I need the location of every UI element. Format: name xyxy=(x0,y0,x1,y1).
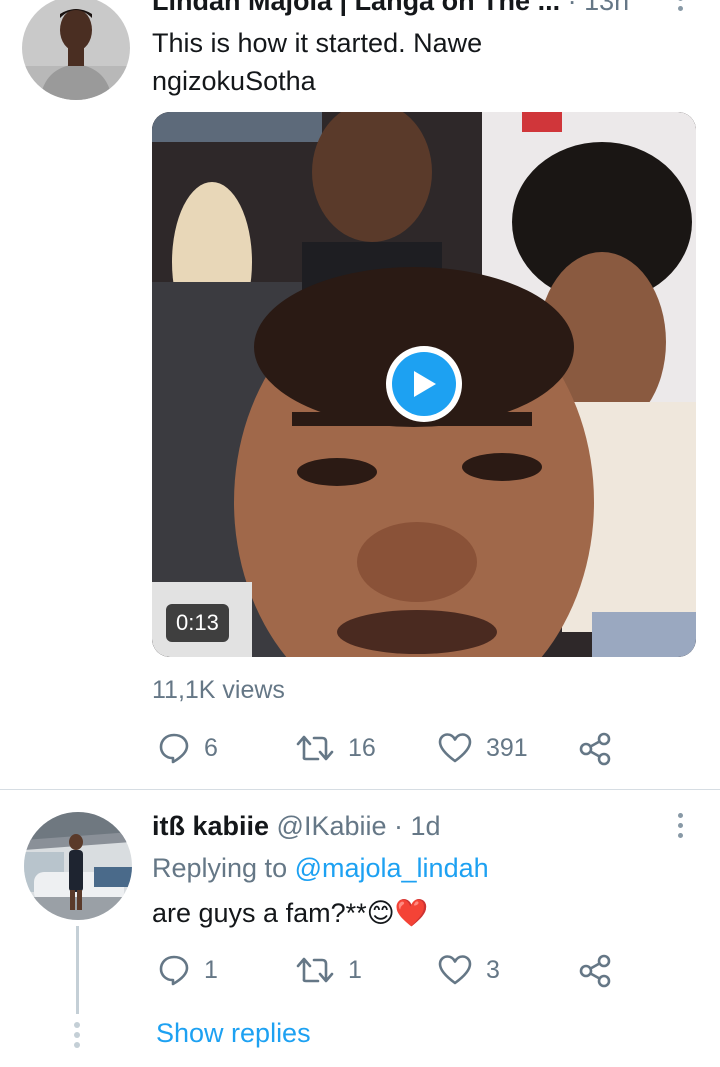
share-icon xyxy=(579,732,611,766)
reply-text: are guys a fam?**😊❤️ xyxy=(152,894,428,933)
play-button[interactable] xyxy=(386,346,462,422)
retweet-icon xyxy=(296,957,334,983)
video-duration-badge: 0:13 xyxy=(166,604,229,642)
header-separator: · xyxy=(560,0,585,16)
reply-emojis: 😊❤️ xyxy=(366,898,429,929)
retweet-icon xyxy=(296,735,334,761)
view-count: 11,1K views xyxy=(152,676,285,704)
thread-connector-dots xyxy=(74,1022,80,1048)
reply-text-body: are guys a fam?** xyxy=(152,898,367,928)
reply-retweet-count: 1 xyxy=(348,955,362,984)
like-icon xyxy=(438,733,472,763)
reply-header-separator: · xyxy=(386,811,411,841)
tweet-text-line-1: This is how it started. Nawe xyxy=(152,28,483,58)
reply-more-icon[interactable] xyxy=(675,813,685,838)
author-avatar[interactable] xyxy=(22,0,130,100)
tweet-timestamp[interactable]: 13h xyxy=(584,0,629,16)
share-icon xyxy=(579,954,611,988)
reply-header: itß kabiie @IKabiie · 1d xyxy=(152,808,441,844)
retweet-count: 16 xyxy=(348,733,376,762)
reply-timestamp[interactable]: 1d xyxy=(411,811,441,841)
reply-author-avatar[interactable] xyxy=(24,812,132,920)
play-icon xyxy=(414,371,436,397)
tweet-header: Lindan Majola | Langa on The ... · 13h xyxy=(152,0,692,18)
reply-share-button[interactable] xyxy=(578,954,612,988)
reply-reply-button[interactable]: 1 xyxy=(158,954,218,986)
retweet-button[interactable]: 16 xyxy=(296,732,376,764)
reply-author-name[interactable]: itß kabiie xyxy=(152,811,269,841)
reply-count: 6 xyxy=(204,733,218,762)
reply-button[interactable]: 6 xyxy=(158,732,218,764)
like-button[interactable]: 391 xyxy=(438,732,528,764)
reply-author-handle[interactable]: @IKabiie xyxy=(269,811,387,841)
reply-like-button[interactable]: 3 xyxy=(438,954,500,986)
show-replies-link[interactable]: Show replies xyxy=(156,1014,311,1052)
reply-retweet-button[interactable]: 1 xyxy=(296,954,362,986)
author-avatar-image xyxy=(22,0,130,100)
reply-like-count: 3 xyxy=(486,955,500,984)
tweet-divider xyxy=(0,789,720,790)
reply-icon xyxy=(159,733,189,764)
replying-to-line: Replying to @majola_lindah xyxy=(152,850,489,886)
reply-avatar-image xyxy=(24,812,132,920)
tweet-text: This is how it started. Nawe ngizokuSoth… xyxy=(152,24,482,100)
thread-connector-line xyxy=(76,926,79,1014)
reply-icon xyxy=(159,955,189,986)
like-count: 391 xyxy=(486,733,528,762)
author-name[interactable]: Lindan Majola | Langa on The ... xyxy=(152,0,560,16)
tweet-more-icon[interactable] xyxy=(675,0,685,11)
like-icon xyxy=(438,955,472,985)
replying-to-handle[interactable]: @majola_lindah xyxy=(295,853,489,883)
tweet-text-line-2: ngizokuSotha xyxy=(152,66,316,96)
reply-reply-count: 1 xyxy=(204,955,218,984)
share-button[interactable] xyxy=(578,732,612,766)
replying-to-prefix: Replying to xyxy=(152,853,295,883)
